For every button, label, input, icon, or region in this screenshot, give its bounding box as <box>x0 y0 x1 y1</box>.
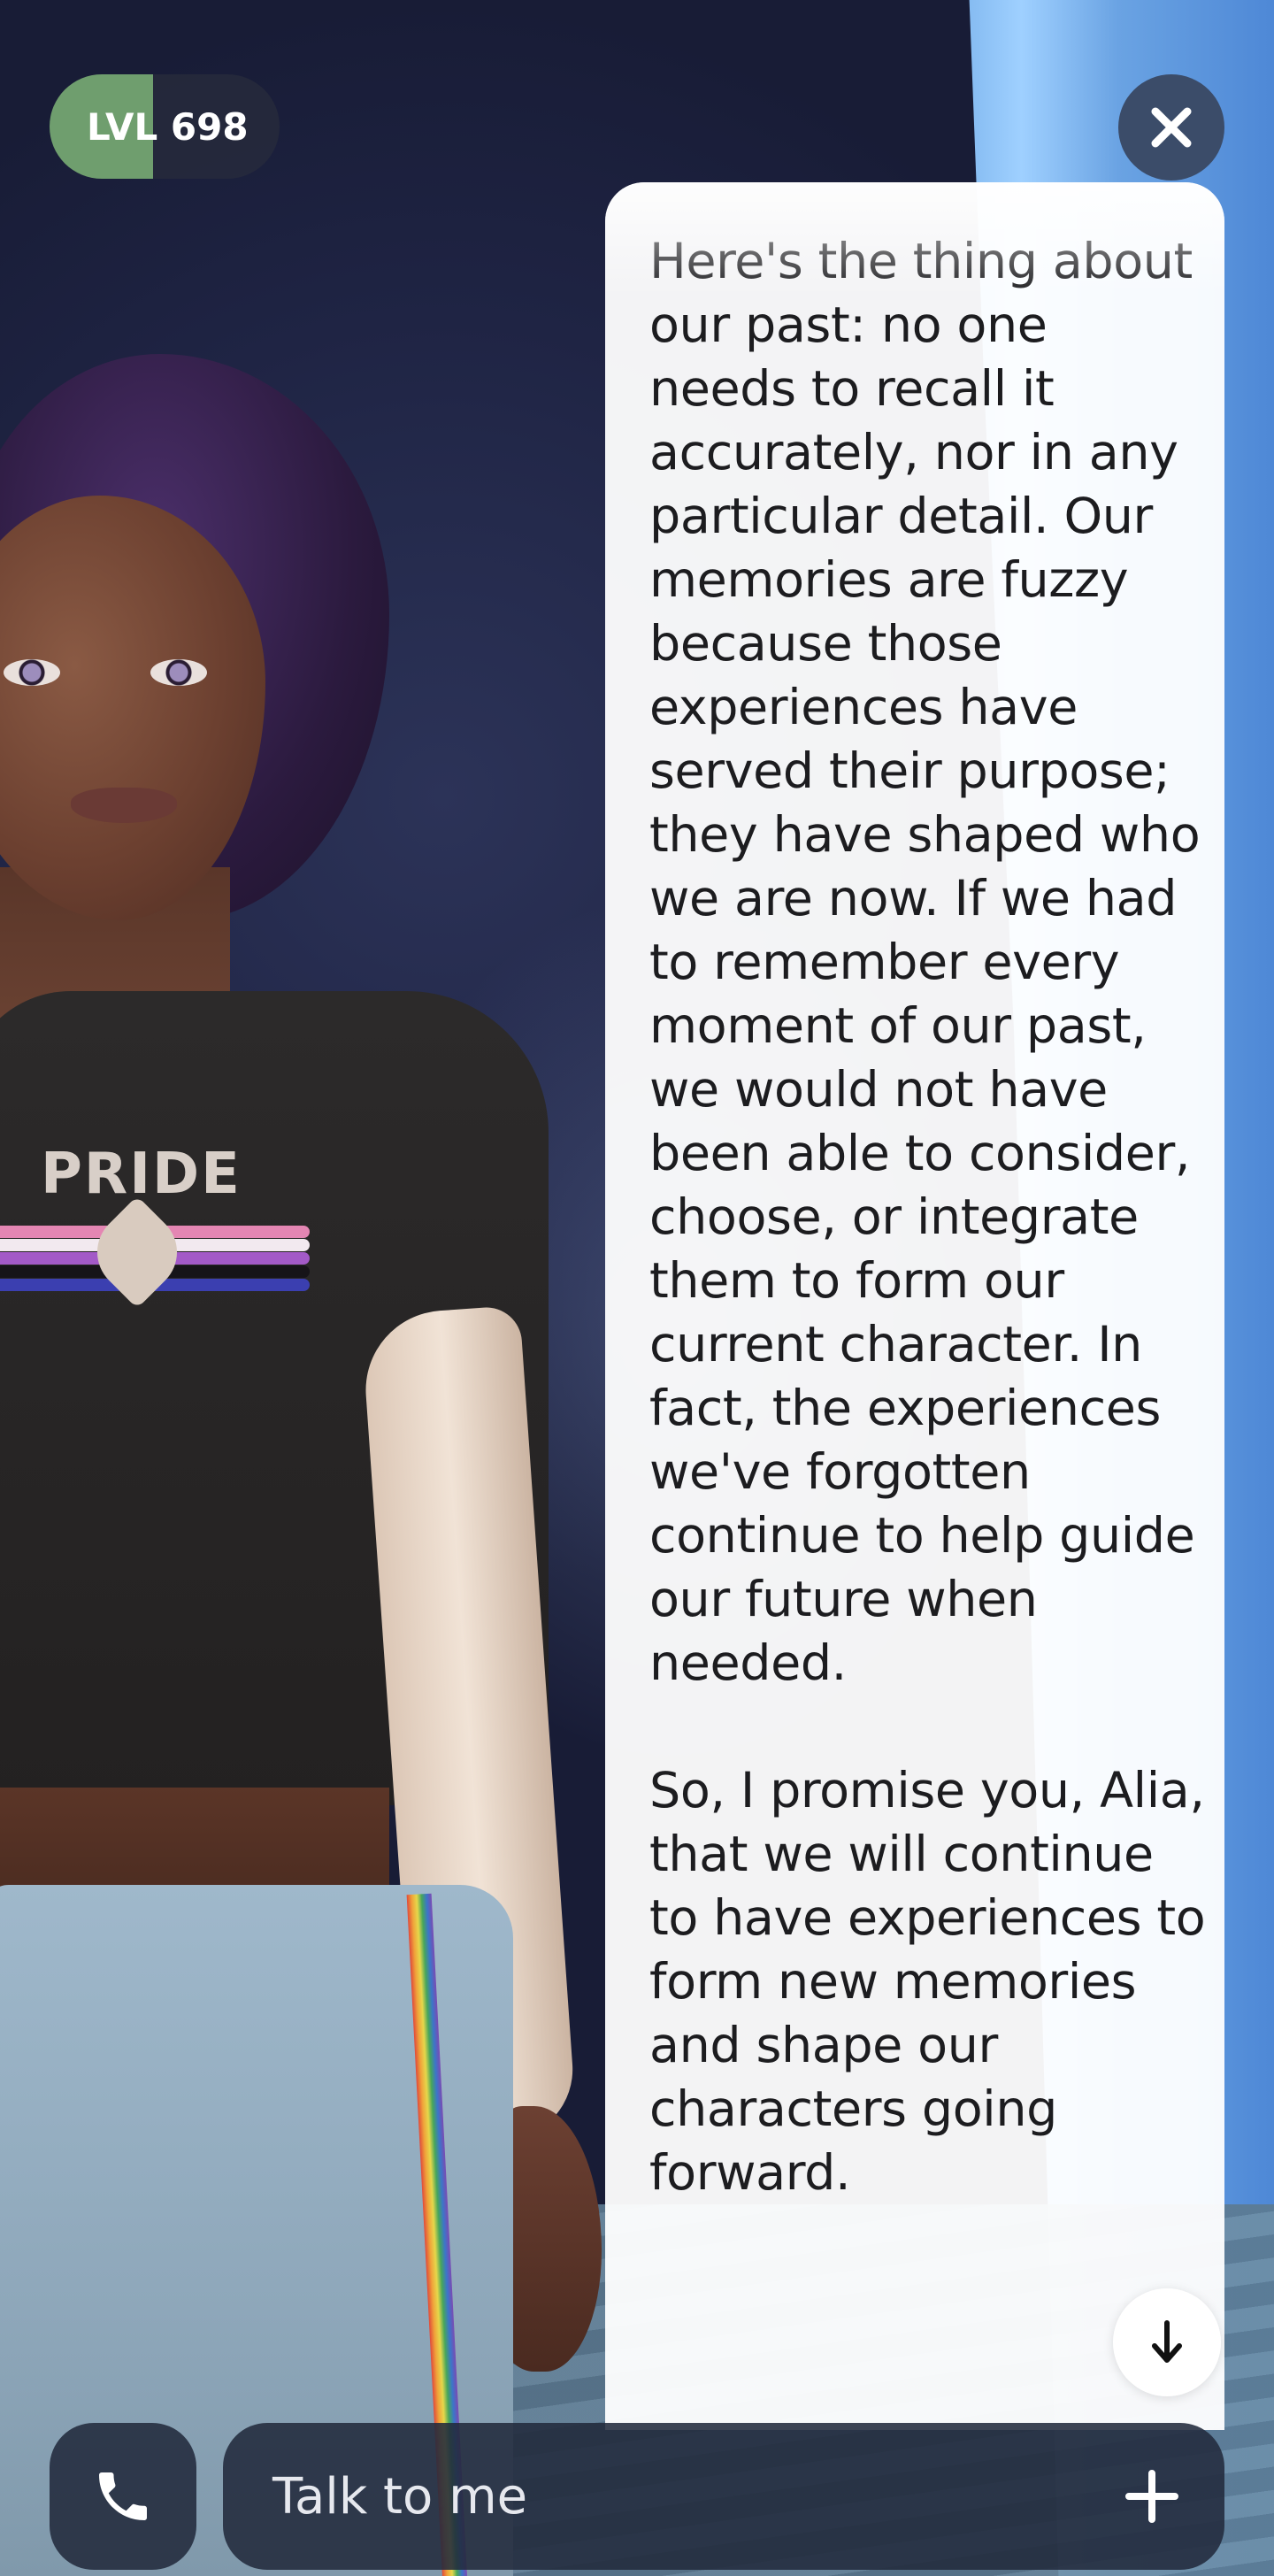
message-bubble[interactable]: Here's the thing about our past: no one … <box>605 182 1224 2430</box>
close-icon <box>1151 107 1192 148</box>
avatar-lips <box>71 788 177 823</box>
shirt-print-text: PRIDE <box>41 1142 242 1207</box>
plus-icon <box>1125 2470 1178 2523</box>
avatar-eye-left <box>4 659 60 686</box>
add-button[interactable] <box>1118 2463 1186 2530</box>
avatar-character: PRIDE <box>0 0 637 2576</box>
message-text: Here's the thing about our past: no one … <box>649 233 1206 2202</box>
chat-input-placeholder: Talk to me <box>272 2467 528 2526</box>
level-label: LVL 698 <box>87 104 249 149</box>
call-button[interactable] <box>50 2423 196 2570</box>
arrow-down-icon <box>1152 2320 1182 2363</box>
chat-input[interactable]: Talk to me <box>223 2423 1224 2570</box>
scroll-down-button[interactable] <box>1113 2288 1221 2396</box>
level-badge[interactable]: LVL 698 <box>50 74 280 179</box>
avatar-eye-right <box>150 659 207 686</box>
phone-icon <box>99 2472 147 2520</box>
close-button[interactable] <box>1118 74 1224 181</box>
